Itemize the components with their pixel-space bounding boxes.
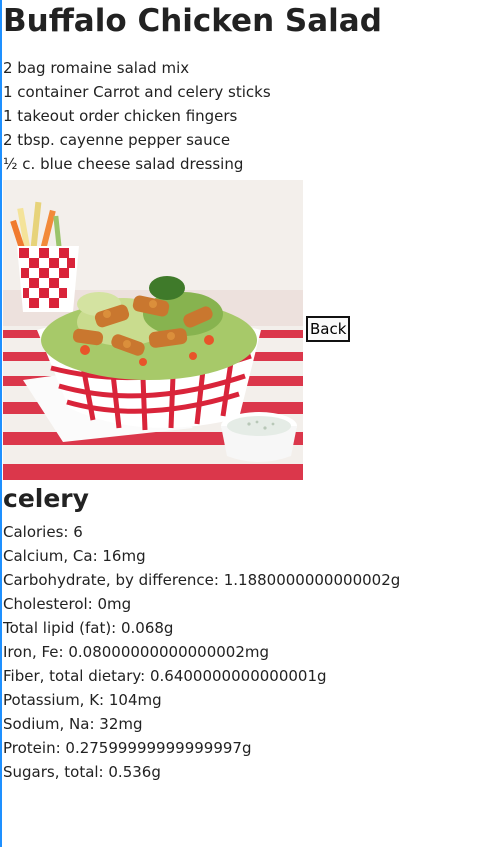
page-left-border [0, 0, 2, 847]
nutrient-item: Cholesterol: 0mg [3, 595, 132, 613]
media-row: Back [3, 180, 497, 480]
ingredient-item: 1 container Carrot and celery sticks [3, 83, 271, 101]
nutrient-item: Protein: 0.27599999999999997g [3, 739, 252, 757]
nutrient-item: Fiber, total dietary: 0.6400000000000001… [3, 667, 327, 685]
nutrition-ingredient-heading: celery [3, 484, 89, 513]
nutrient-item: Potassium, K: 104mg [3, 691, 162, 709]
nutrient-item: Calories: 6 [3, 523, 83, 541]
nutrient-item: Sugars, total: 0.536g [3, 763, 161, 781]
recipe-title: Buffalo Chicken Salad [3, 3, 382, 39]
nutrition-facts-list: Calories: 6 Calcium, Ca: 16mg Carbohydra… [3, 520, 497, 784]
nutrient-item: Sodium, Na: 32mg [3, 715, 143, 733]
nutrient-item: Carbohydrate, by difference: 1.188000000… [3, 571, 401, 589]
nutrient-item: Iron, Fe: 0.08000000000000002mg [3, 643, 270, 661]
ingredient-list: 2 bag romaine salad mix 1 container Carr… [3, 56, 497, 176]
ingredient-item: 2 tbsp. cayenne pepper sauce [3, 131, 231, 149]
ingredient-item: ½ c. blue cheese salad dressing [3, 155, 244, 173]
nutrient-item: Total lipid (fat): 0.068g [3, 619, 174, 637]
nutrient-item: Calcium, Ca: 16mg [3, 547, 146, 565]
ingredient-item: 2 bag romaine salad mix [3, 59, 190, 77]
recipe-photo [3, 180, 303, 480]
ingredient-item: 1 takeout order chicken fingers [3, 107, 238, 125]
back-button[interactable]: Back [306, 316, 351, 342]
recipe-page: Buffalo Chicken Salad 2 bag romaine sala… [3, 0, 497, 784]
